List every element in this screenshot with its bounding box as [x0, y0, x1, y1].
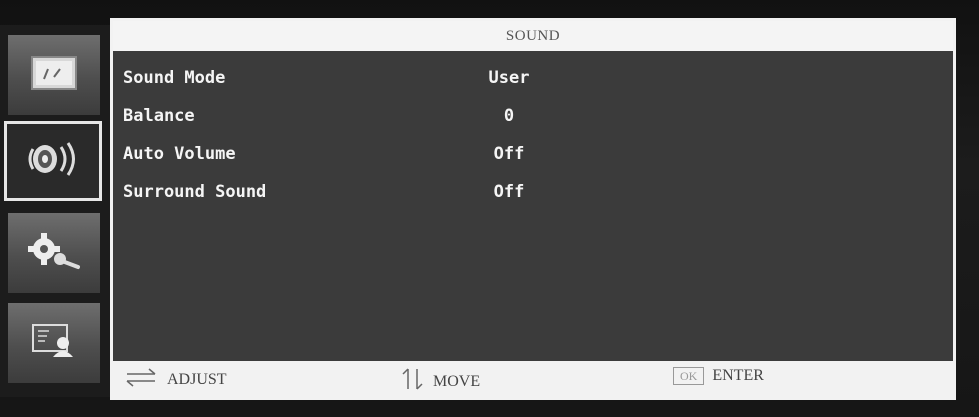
speaker-icon	[25, 139, 81, 184]
menu-item-value: User	[488, 68, 530, 88]
menu-item-surround-sound[interactable]: Surround Sound Off	[123, 173, 943, 211]
key-hint-bar: ADJUST MOVE OK ENTER	[113, 361, 953, 397]
hint-enter: OK ENTER	[673, 367, 764, 385]
left-right-arrows-icon	[123, 367, 159, 392]
ok-key-icon: OK	[673, 367, 705, 385]
menu-title: SOUND	[113, 21, 953, 51]
menu-item-balance[interactable]: Balance 0	[123, 97, 943, 135]
menu-item-value: Off	[493, 182, 525, 202]
up-down-arrows-icon	[401, 367, 425, 396]
tab-setup[interactable]	[8, 213, 100, 293]
hint-move: MOVE	[401, 367, 480, 396]
menu-item-label: Auto Volume	[123, 144, 236, 164]
sound-menu-panel: SOUND Sound Mode User Balance 0 Auto Vol…	[110, 18, 956, 400]
menu-list: Sound Mode User Balance 0 Auto Volume Of…	[123, 59, 943, 211]
menu-item-sound-mode[interactable]: Sound Mode User	[123, 59, 943, 97]
hint-move-label: MOVE	[433, 372, 481, 390]
hint-enter-label: ENTER	[712, 367, 764, 384]
hint-adjust-label: ADJUST	[167, 370, 227, 388]
hint-adjust: ADJUST	[123, 367, 227, 392]
tab-app[interactable]	[8, 303, 100, 383]
menu-item-label: Sound Mode	[123, 68, 226, 88]
screen-person-icon	[29, 321, 79, 366]
menu-item-value: Off	[493, 144, 525, 164]
menu-item-auto-volume[interactable]: Auto Volume Off	[123, 135, 943, 173]
tab-sound[interactable]	[4, 121, 102, 201]
gears-wrench-icon	[26, 231, 82, 276]
menu-item-label: Surround Sound	[123, 182, 267, 202]
tab-picture[interactable]	[8, 35, 100, 115]
picture-icon	[30, 55, 78, 96]
menu-item-value: 0	[503, 106, 515, 126]
menu-item-label: Balance	[123, 106, 195, 126]
category-sidebar	[0, 25, 110, 397]
